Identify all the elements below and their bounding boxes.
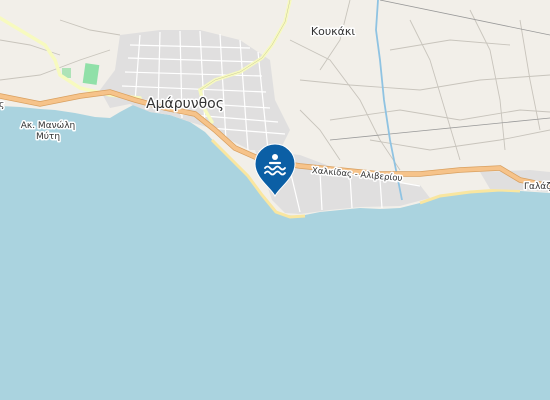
cape-label-line2: Μύτη [36, 131, 60, 142]
park [82, 63, 100, 85]
edge-place-label: Γαλάζ [524, 182, 550, 192]
village-label: Κουκάκι [311, 25, 356, 38]
edge-fragment-label: ς [0, 100, 4, 110]
cape-label-line1: Ακ. Μανώλη [21, 120, 75, 131]
map-canvas[interactable]: Αμάρυνθος Κουκάκι Ακ. Μανώλη Μύτη Χαλκίδ… [0, 0, 550, 400]
town-label: Αμάρυνθος [146, 96, 224, 112]
